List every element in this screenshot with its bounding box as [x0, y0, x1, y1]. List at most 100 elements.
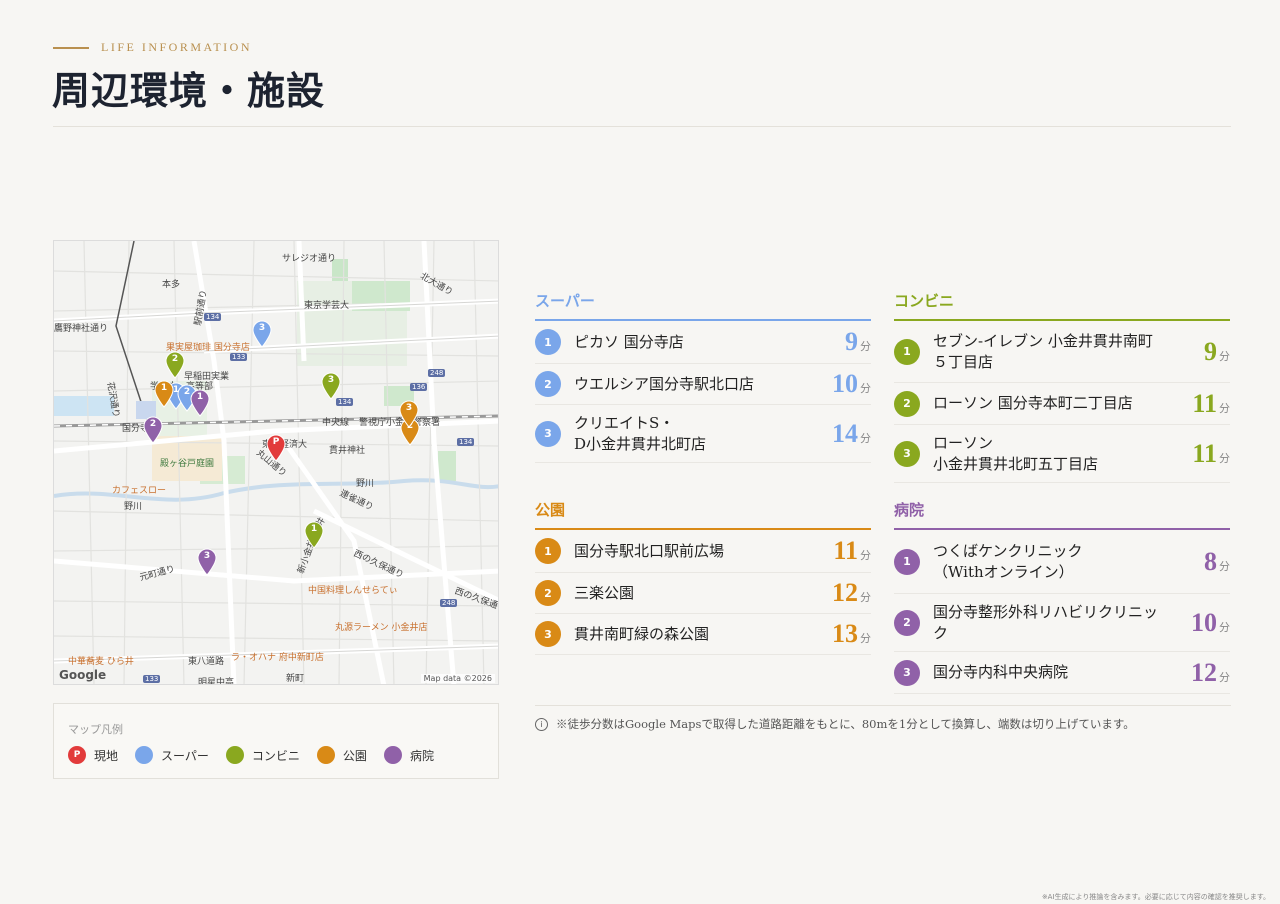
map-label-marugen: 丸源ラーメン 小金井店: [335, 623, 428, 633]
list-item[interactable]: 1 ピカソ 国分寺店 9 分: [535, 321, 871, 364]
rank-badge: 3: [535, 420, 561, 447]
category-title: 公園: [535, 499, 871, 530]
legend-label: 現地: [94, 748, 119, 763]
map-label-takano: 鷹野神社通り: [54, 324, 109, 334]
list-item[interactable]: 3 ローソン 小金井貫井北町五丁目店 11 分: [894, 425, 1230, 483]
walk-time: 10 分: [1191, 607, 1230, 637]
map-pin-current[interactable]: P: [266, 434, 286, 462]
facility-name: 三楽公園: [574, 583, 635, 602]
list-item[interactable]: 3 貫井南町緑の森公園 13 分: [535, 614, 871, 655]
rank-badge: 2: [894, 609, 920, 636]
rank-badge: 3: [894, 659, 920, 686]
map-pin-conveni-3[interactable]: 3: [321, 372, 341, 400]
super-dot-icon: [135, 746, 154, 764]
map-label-hirai: 中華蕎麦 ひら井: [68, 657, 134, 667]
map-label-road-248b: 248: [440, 599, 458, 607]
map-pin-hospital-2[interactable]: 2: [143, 416, 163, 444]
map-label-salesio: サレジオ通り: [282, 254, 337, 264]
list-item[interactable]: 2 三楽公園 12 分: [535, 573, 871, 614]
list-item[interactable]: 1 セブン-イレブン 小金井貫井南町 ５丁目店 9 分: [894, 321, 1230, 383]
map-label-road-134c: 134: [457, 438, 475, 446]
map-label-shinmachi: 新町: [286, 674, 305, 684]
facility-name: ローソン 小金井貫井北町五丁目店: [933, 433, 1099, 473]
map-pin-conveni-1[interactable]: 1: [304, 521, 324, 549]
rank-badge: 3: [894, 440, 920, 467]
map-pin-hospital-1[interactable]: 1: [190, 389, 210, 417]
list-item[interactable]: 2 国分寺整形外科リハビリクリニッ ク 10 分: [894, 594, 1230, 652]
category-title: コンビニ: [894, 290, 1230, 321]
list-item[interactable]: 3 国分寺内科中央病院 12 分: [894, 652, 1230, 694]
facility-name: ピカソ 国分寺店: [574, 332, 684, 351]
list-item[interactable]: 1 国分寺駅北口駅前広場 11 分: [535, 530, 871, 573]
walk-time: 9分: [845, 327, 871, 356]
map-pin-hospital-3[interactable]: 3: [197, 548, 217, 576]
map-pin-park-1[interactable]: 1: [154, 380, 174, 408]
map-label-road-133a: 133: [230, 353, 248, 361]
map-label-honda: 本多: [162, 280, 181, 290]
ai-disclaimer: ※AI生成により推論を含みます。必要に応じて内容の確認を推奨します。: [1041, 893, 1270, 901]
legend-label: 公園: [342, 748, 367, 763]
map-label-road-134a: 134: [204, 313, 222, 321]
hospital-dot-icon: [383, 746, 402, 764]
legend-title: マップ凡例: [68, 723, 123, 736]
walk-time: 13 分: [832, 619, 871, 648]
map-label-tonogayato: 殿ヶ谷戸庭園: [160, 459, 215, 469]
rank-badge: 1: [535, 538, 561, 564]
facility-name: 貫井南町緑の森公園: [574, 624, 710, 643]
facility-name: 国分寺駅北口駅前広場: [574, 541, 725, 560]
list-item[interactable]: 1 つくばケンクリニック （Withオンライン） 8 分: [894, 530, 1230, 594]
eyebrow: LIFE INFORMATION: [53, 40, 252, 55]
category-super: スーパー 1 ピカソ 国分寺店 9 分 2 ウエルシア国分寺駅北口店 10 分 3 クリエイト…: [535, 290, 871, 463]
walk-time: 8分: [1204, 546, 1230, 576]
park-dot-icon: [316, 746, 335, 764]
facility-name: つくばケンクリニック （Withオンライン）: [933, 541, 1083, 581]
facility-name: クリエイトS・ D小金井貫井北町店: [574, 413, 707, 453]
legend-label: スーパー: [161, 748, 209, 763]
facility-name: セブン-イレブン 小金井貫井南町 ５丁目店: [933, 331, 1153, 371]
map-label-road-248a: 248: [428, 369, 446, 377]
facility-name: ウエルシア国分寺駅北口店: [574, 374, 755, 393]
legend-label: コンビニ: [251, 748, 300, 763]
current-location-icon: P: [68, 746, 86, 764]
walk-time-note: i ※徒歩分数はGoogle Mapsで取得した道路距離をもとに、80mを1分と…: [535, 705, 1231, 732]
info-icon: i: [535, 717, 548, 731]
conveni-dot-icon: [225, 746, 244, 764]
facility-name: 国分寺内科中央病院: [933, 663, 1069, 681]
map-label-road-136: 136: [410, 383, 428, 391]
list-item[interactable]: 3 クリエイトS・ D小金井貫井北町店 14 分: [535, 405, 871, 463]
category-hospital: 病院 1 つくばケンクリニック （Withオンライン） 8 分 2 国分寺整形外科リハビ…: [894, 499, 1230, 694]
rank-badge: 2: [535, 371, 561, 397]
facility-name: ローソン 国分寺本町二丁目店: [933, 394, 1133, 412]
map-pin-super-3[interactable]: 3: [252, 320, 272, 348]
map-label-tohachi: 東八道路: [188, 657, 225, 667]
eyebrow-text: LIFE INFORMATION: [101, 40, 252, 54]
rank-badge: 1: [535, 329, 561, 355]
note-text: ※徒歩分数はGoogle Mapsで取得した道路距離をもとに、80mを1分として…: [556, 717, 1135, 731]
area-map[interactable]: サレジオ通り 本多 北大通り 東京学芸大 鷹野神社通り 駅前通り 果実屋珈琲 国…: [53, 240, 499, 685]
map-pin-conveni-2[interactable]: 2: [165, 351, 185, 379]
rank-badge: 3: [535, 621, 561, 647]
list-item[interactable]: 2 ウエルシア国分寺駅北口店 10 分: [535, 364, 871, 405]
walk-time: 12 分: [832, 578, 871, 607]
header-divider: [53, 126, 1231, 127]
legend-item-current: P 現地: [68, 746, 118, 764]
rank-badge: 2: [535, 580, 561, 606]
walk-time: 11 分: [833, 536, 871, 565]
category-title: スーパー: [535, 290, 871, 321]
legend-item-park: 公園: [316, 746, 367, 764]
map-legend: マップ凡例 P 現地 スーパー コンビニ 公園 病院: [53, 703, 499, 779]
map-label-shincerity: 中国料理しんせらてぃ: [308, 586, 398, 596]
legend-label: 病院: [409, 748, 434, 763]
google-logo[interactable]: Google: [59, 668, 106, 682]
eyebrow-line: [53, 46, 89, 49]
map-data-credit[interactable]: Map data ©2026: [420, 674, 495, 683]
rank-badge: 1: [894, 548, 920, 575]
legend-item-hospital: 病院: [383, 746, 434, 764]
walk-time: 11 分: [1192, 438, 1230, 468]
map-label-cafeslow: カフェスロー: [112, 486, 167, 496]
list-item[interactable]: 2 ローソン 国分寺本町二丁目店 11 分: [894, 383, 1230, 425]
map-label-laohana: ラ・オハナ 府中新町店: [231, 653, 324, 663]
page-title: 周辺環境・施設: [52, 68, 326, 113]
map-pin-park-3[interactable]: 3: [399, 400, 419, 428]
map-label-nogawa1: 野川: [356, 479, 375, 489]
